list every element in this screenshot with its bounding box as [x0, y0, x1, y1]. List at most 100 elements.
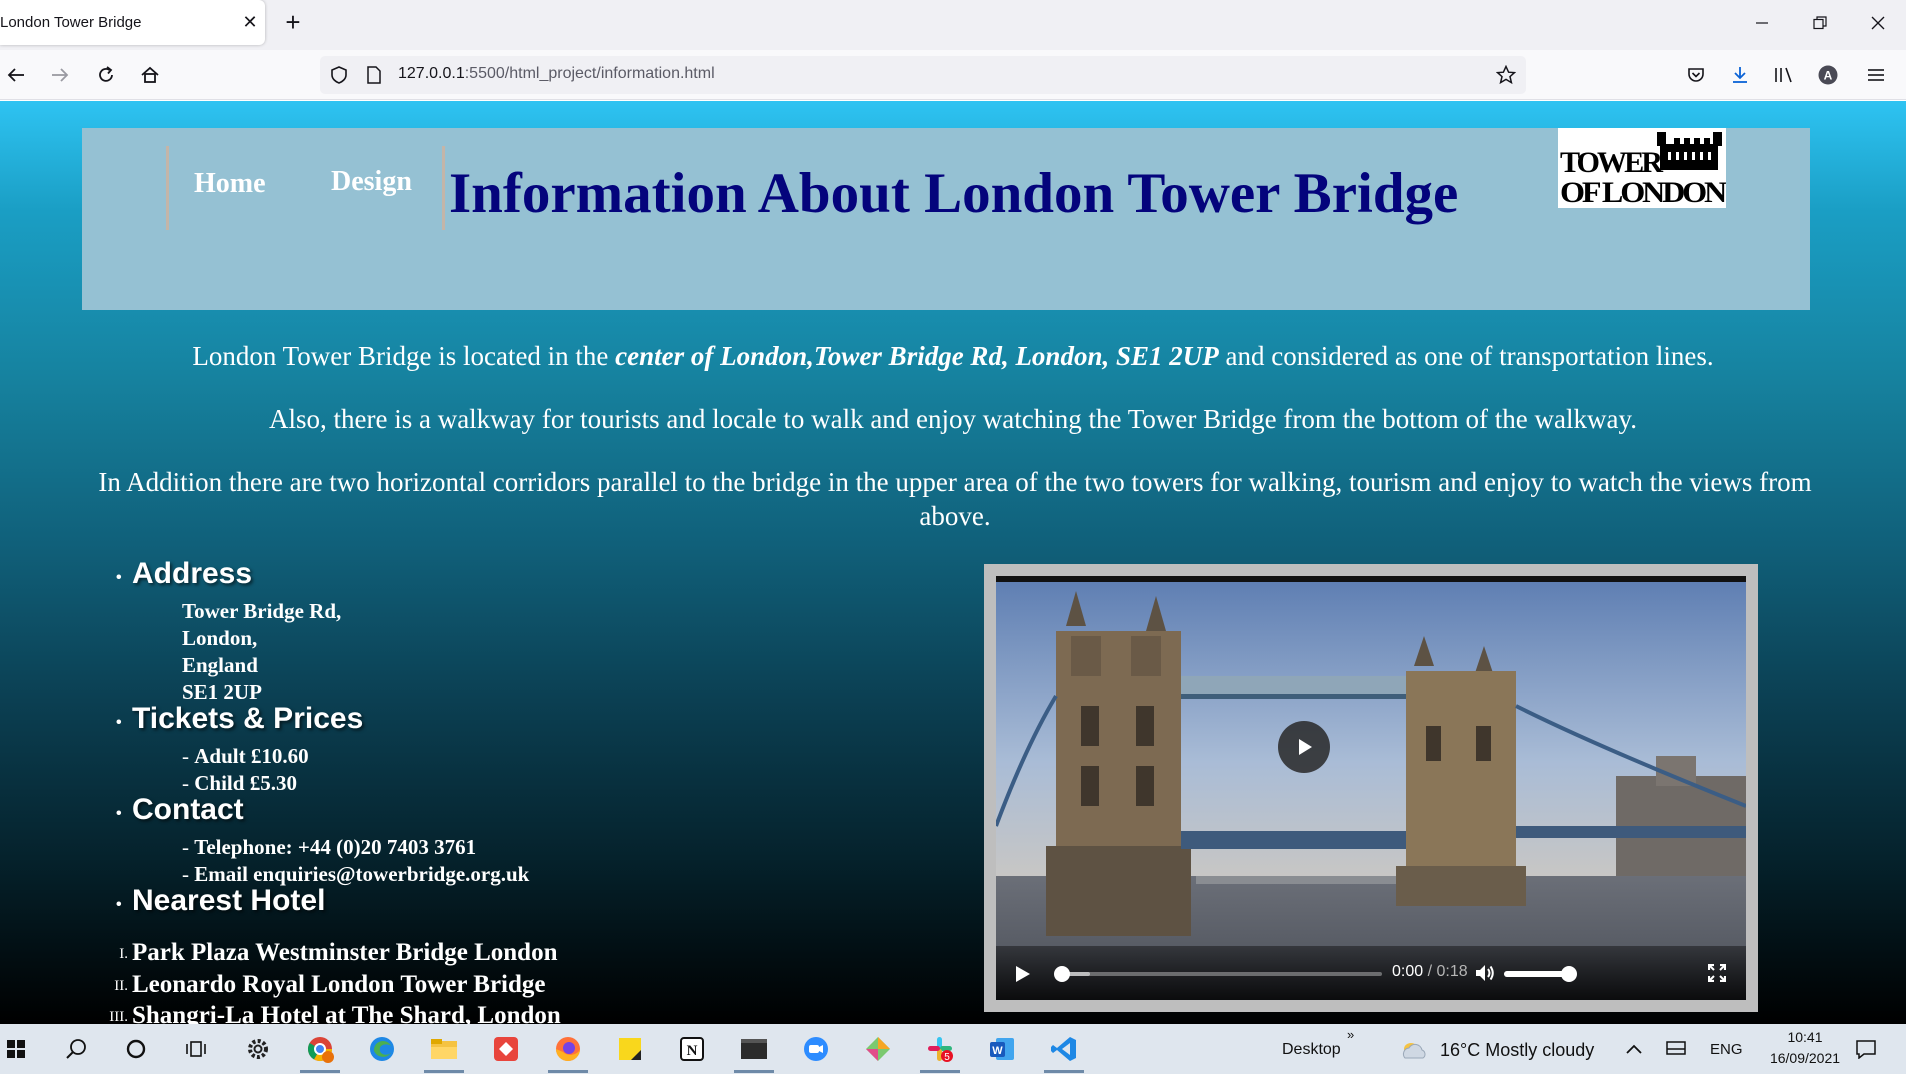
settings-gear-icon[interactable]: [242, 1033, 274, 1065]
volume-slider[interactable]: [1504, 966, 1577, 982]
network-icon[interactable]: [1660, 1033, 1692, 1065]
nav-link-design[interactable]: Design: [331, 166, 412, 198]
corridors-paragraph: In Addition there are two horizontal cor…: [98, 467, 1812, 531]
zoom-icon[interactable]: [800, 1033, 832, 1065]
roman-numeral: III.: [109, 1009, 128, 1024]
clock-date[interactable]: 16/09/2021: [1754, 1050, 1856, 1066]
cortana-icon[interactable]: [120, 1033, 152, 1065]
chevron-double-icon[interactable]: »: [1347, 1027, 1354, 1042]
play-button[interactable]: [1012, 964, 1032, 989]
volume-fill: [1504, 971, 1569, 977]
seek-handle[interactable]: [1054, 966, 1070, 982]
dash: -: [182, 744, 195, 768]
search-icon[interactable]: [60, 1033, 92, 1065]
vscode-icon[interactable]: [1048, 1033, 1080, 1065]
pocket-icon[interactable]: [1680, 59, 1712, 91]
reload-icon[interactable]: [90, 59, 122, 91]
menu-icon[interactable]: [1860, 59, 1892, 91]
ticket-child: Child £5.30: [194, 771, 297, 795]
desktop-toolbar-label[interactable]: Desktop: [1282, 1041, 1341, 1059]
list-bullet: •: [116, 896, 122, 913]
home-icon[interactable]: [134, 59, 166, 91]
svg-text:W: W: [992, 1045, 1003, 1057]
roman-numeral: I.: [119, 946, 128, 962]
chevron-up-icon[interactable]: [1618, 1033, 1650, 1065]
windows-start-icon[interactable]: [0, 1033, 32, 1065]
chrome-icon[interactable]: [304, 1033, 336, 1065]
video-player[interactable]: 0:00 / 0:18: [996, 576, 1746, 1000]
big-play-button[interactable]: [1278, 721, 1330, 773]
word-icon[interactable]: W: [986, 1033, 1018, 1065]
minimize-icon[interactable]: [1734, 0, 1790, 45]
slack-icon[interactable]: 5: [924, 1033, 956, 1065]
svg-text:N: N: [687, 1043, 698, 1059]
notion-icon[interactable]: N: [676, 1033, 708, 1065]
page-viewport: Home Design Information About London Tow…: [0, 101, 1906, 1024]
ticket-adult: Adult £10.60: [194, 744, 309, 768]
tickets-heading: Tickets & Prices: [132, 702, 364, 735]
firefox-icon[interactable]: [552, 1033, 584, 1065]
nav-divider: [442, 146, 445, 230]
hotel-item: Shangri-La Hotel at The Shard, London: [132, 1002, 561, 1024]
restore-icon[interactable]: [1792, 0, 1848, 45]
address-bar[interactable]: 127.0.0.1:5500/html_project/information.…: [320, 56, 1526, 94]
close-window-icon[interactable]: [1850, 0, 1906, 45]
browser-tab[interactable]: London Tower Bridge ✕: [0, 0, 265, 45]
bookmark-star-icon[interactable]: [1495, 64, 1517, 90]
library-icon[interactable]: [1768, 59, 1800, 91]
clock-time[interactable]: 10:41: [1776, 1029, 1834, 1045]
browser-tab-strip: London Tower Bridge ✕ +: [0, 0, 1906, 50]
list-bullet: •: [116, 805, 122, 822]
walkway-paragraph: Also, there is a walkway for tourists an…: [268, 404, 1637, 434]
edge-icon[interactable]: [366, 1033, 398, 1065]
contact-telephone: Telephone: +44 (0)20 7403 3761: [194, 835, 477, 859]
address-line: Tower Bridge Rd,: [182, 599, 342, 623]
list-bullet: •: [116, 714, 122, 731]
tab-title: London Tower Bridge: [0, 14, 142, 31]
notification-center-icon[interactable]: [1850, 1033, 1882, 1065]
git-client-icon[interactable]: [490, 1033, 522, 1065]
ticket-item: - Adult £10.60: [182, 744, 309, 769]
logo-line-1: TOWER: [1560, 146, 1663, 179]
volume-icon[interactable]: [1474, 963, 1496, 988]
sticky-notes-icon[interactable]: [614, 1033, 646, 1065]
nav-link-home[interactable]: Home: [194, 168, 266, 200]
browser-navigation-bar: 127.0.0.1:5500/html_project/information.…: [0, 50, 1906, 100]
running-indicator: [548, 1070, 588, 1073]
intro-text-end: and considered as one of transportation …: [1218, 341, 1714, 371]
weather-text[interactable]: 16°C Mostly cloudy: [1440, 1040, 1594, 1061]
shield-icon[interactable]: [330, 66, 348, 89]
task-view-icon[interactable]: [180, 1033, 212, 1065]
back-arrow-icon[interactable]: [0, 59, 32, 91]
tab-close-icon[interactable]: ✕: [235, 12, 265, 33]
url-text[interactable]: 127.0.0.1:5500/html_project/information.…: [398, 65, 715, 83]
logo-line-2: OF LONDON: [1560, 176, 1726, 208]
forward-arrow-icon[interactable]: [44, 59, 76, 91]
dash: -: [182, 835, 195, 859]
paint-app-icon[interactable]: [862, 1033, 894, 1065]
file-explorer-icon[interactable]: [428, 1033, 460, 1065]
hotel-item: Park Plaza Westminster Bridge London: [132, 939, 558, 966]
cloud-icon[interactable]: [1398, 1034, 1430, 1066]
downloads-icon[interactable]: [1724, 59, 1756, 91]
site-header: Home Design Information About London Tow…: [82, 128, 1810, 310]
new-tab-button[interactable]: +: [278, 6, 308, 38]
url-host: 127.0.0.1: [398, 65, 465, 82]
language-indicator[interactable]: ENG: [1710, 1041, 1743, 1058]
fullscreen-icon[interactable]: [1707, 963, 1727, 987]
seek-bar[interactable]: [1054, 966, 1382, 982]
tower-of-london-logo: TOWER OF LONDON: [1558, 128, 1731, 209]
address-line: England: [182, 653, 258, 677]
list-bullet: •: [116, 569, 122, 586]
hotel-item: Leonardo Royal London Tower Bridge: [132, 971, 546, 998]
terminal-icon[interactable]: [738, 1033, 770, 1065]
hotels-heading: Nearest Hotel: [132, 884, 326, 917]
time-total: 0:18: [1436, 963, 1468, 980]
video-frame: 0:00 / 0:18: [984, 564, 1758, 1012]
page-icon: [366, 66, 382, 89]
video-controls: 0:00 / 0:18: [996, 946, 1746, 1000]
dash: -: [182, 771, 195, 795]
volume-handle[interactable]: [1560, 966, 1577, 982]
time-separator: /: [1423, 963, 1437, 980]
account-avatar-icon[interactable]: A: [1812, 59, 1844, 91]
